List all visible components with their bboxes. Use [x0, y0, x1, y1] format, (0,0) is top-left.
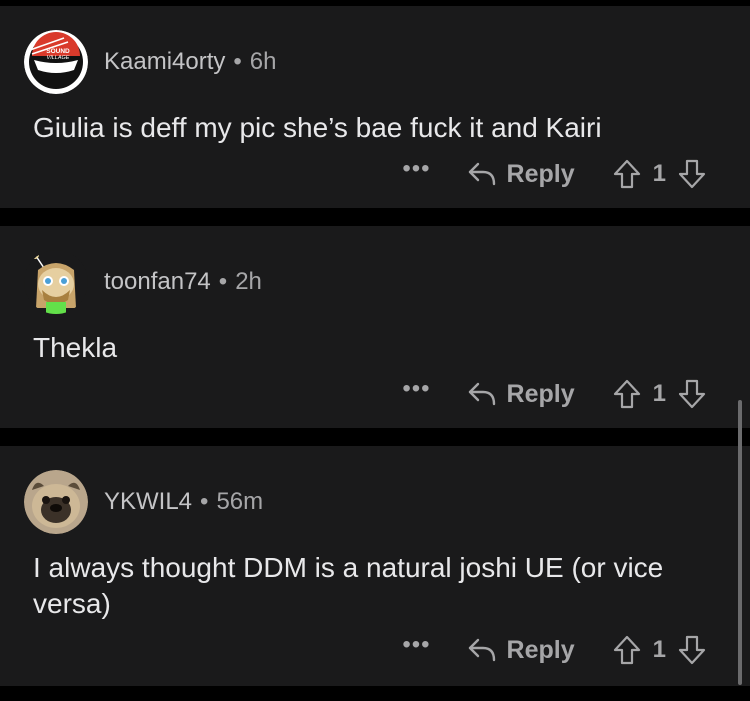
separator-dot: • [200, 488, 209, 515]
upvote-arrow-icon[interactable] [613, 159, 641, 189]
comment-meta: YKWIL4 • 56m [104, 486, 263, 518]
reply-button[interactable]: Reply [467, 160, 575, 189]
vote-controls: 1 [613, 379, 706, 409]
upvote-arrow-icon[interactable] [613, 635, 641, 665]
reply-label: Reply [506, 635, 575, 664]
comment-card: YKWIL4 • 56m I always thought DDM is a nat… [0, 446, 750, 686]
vote-count: 1 [652, 160, 666, 187]
user-avatar[interactable] [24, 250, 88, 314]
username[interactable]: YKWIL4 [104, 488, 192, 515]
comment-card: SOUND VILLAGE Kaami4orty • 6h Giulia is de… [0, 6, 750, 208]
timestamp: 56m [216, 488, 264, 515]
snoo-avatar-icon [24, 250, 88, 314]
comment-text: I always thought DDM is a natural joshi … [33, 552, 664, 619]
reply-arrow-icon [468, 162, 495, 186]
comment-actions: ••• Reply 1 [402, 154, 706, 194]
more-options-button[interactable]: ••• [402, 633, 430, 657]
username[interactable]: Kaami4orty [104, 48, 225, 75]
timestamp: 6h [249, 48, 277, 75]
upvote-arrow-icon[interactable] [613, 379, 641, 409]
scrollbar[interactable] [738, 400, 742, 685]
comment-actions: ••• Reply 1 [402, 630, 706, 670]
more-options-button[interactable]: ••• [402, 157, 430, 181]
comment-feed: SOUND VILLAGE Kaami4orty • 6h Giulia is de… [0, 0, 750, 701]
reply-arrow-icon [468, 638, 495, 662]
more-options-button[interactable]: ••• [402, 377, 430, 401]
reply-label: Reply [506, 159, 575, 188]
reply-button[interactable]: Reply [467, 380, 575, 409]
user-avatar[interactable]: SOUND VILLAGE [24, 30, 88, 94]
separator-dot: • [233, 48, 242, 75]
svg-text:SOUND: SOUND [46, 48, 70, 55]
vote-controls: 1 [613, 635, 706, 665]
pug-avatar-icon [24, 470, 88, 534]
reply-button[interactable]: Reply [467, 636, 575, 665]
sound-village-logo-icon: SOUND VILLAGE [24, 30, 88, 94]
user-avatar[interactable] [24, 470, 88, 534]
comment-meta: toonfan74 • 2h [104, 266, 262, 298]
separator-dot: • [218, 268, 228, 295]
vote-controls: 1 [613, 159, 706, 189]
vote-count: 1 [652, 380, 666, 407]
downvote-arrow-icon[interactable] [678, 159, 706, 189]
downvote-arrow-icon[interactable] [678, 379, 706, 409]
downvote-arrow-icon[interactable] [678, 635, 706, 665]
reply-label: Reply [506, 379, 575, 408]
comment-text: Thekla [33, 332, 118, 363]
comment-text: Giulia is deff my pic she’s bae fuck it … [33, 112, 602, 143]
svg-text:VILLAGE: VILLAGE [47, 55, 70, 61]
comment-actions: ••• Reply 1 [402, 374, 706, 414]
comment-meta: Kaami4orty • 6h [104, 46, 277, 78]
vote-count: 1 [652, 636, 666, 663]
reply-arrow-icon [468, 382, 495, 406]
username[interactable]: toonfan74 [104, 268, 211, 295]
comment-card: toonfan74 • 2h Thekla ••• Reply 1 [0, 226, 750, 428]
timestamp: 2h [235, 268, 262, 295]
